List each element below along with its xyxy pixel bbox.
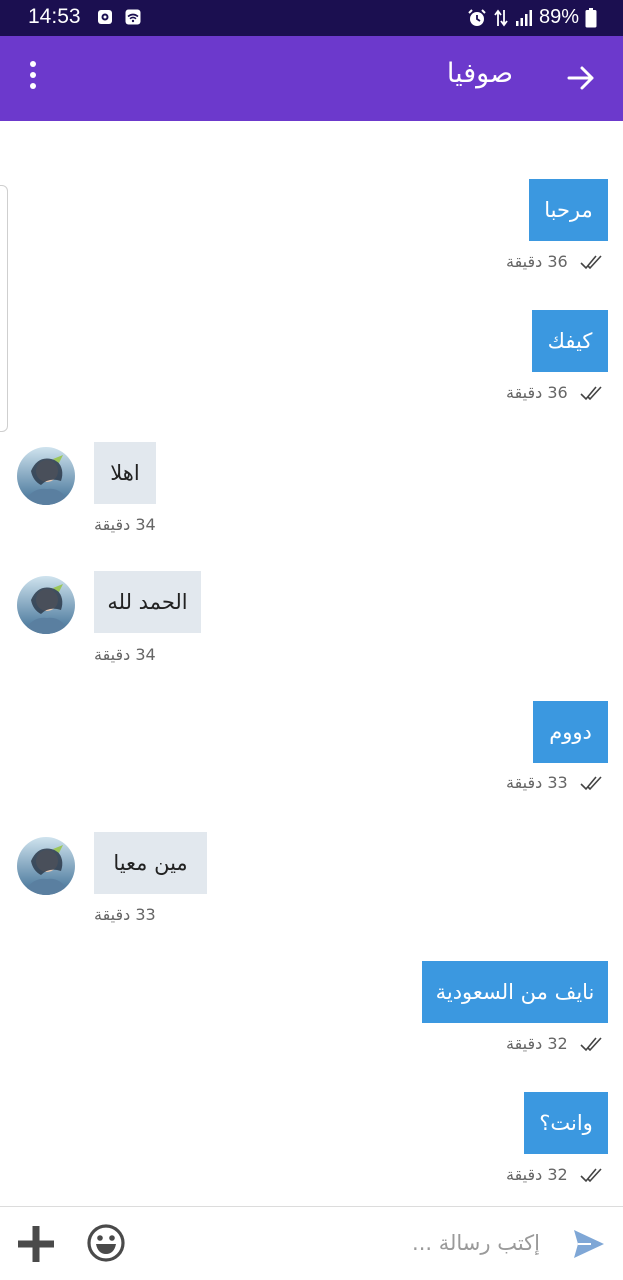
double-check-icon	[580, 1167, 602, 1182]
message-time: 32 دقيقة	[506, 1165, 568, 1184]
scroll-handle[interactable]	[0, 185, 8, 432]
message-bubble-received[interactable]: مين معيا	[94, 832, 207, 894]
back-arrow-icon[interactable]	[565, 62, 597, 94]
message-input[interactable]	[150, 1221, 540, 1265]
message-meta: 33 دقيقة	[506, 773, 606, 792]
message-time: 34 دقيقة	[94, 515, 156, 534]
emoji-icon[interactable]	[86, 1223, 126, 1263]
message-time: 33 دقيقة	[506, 773, 568, 792]
message-bubble-sent[interactable]: مرحبا	[529, 179, 608, 241]
wifi-icon	[125, 9, 141, 25]
message-meta: 36 دقيقة	[506, 383, 606, 402]
battery-icon	[585, 7, 597, 27]
contact-avatar[interactable]	[17, 447, 75, 505]
more-vert-icon[interactable]	[18, 61, 48, 97]
double-check-icon	[580, 254, 602, 269]
status-time: 14:53	[28, 5, 81, 28]
double-check-icon	[580, 1036, 602, 1051]
alarm-icon	[468, 8, 486, 26]
double-check-icon	[580, 775, 602, 790]
app-bar: صوفيا	[0, 36, 623, 121]
double-check-icon	[580, 385, 602, 400]
contact-name[interactable]: صوفيا	[447, 58, 513, 89]
plus-icon[interactable]	[16, 1224, 56, 1264]
message-meta: 36 دقيقة	[506, 252, 606, 271]
message-meta: 32 دقيقة	[506, 1165, 606, 1184]
message-bubble-sent[interactable]: نايف من السعودية	[422, 961, 608, 1023]
status-bar: 14:53 89%	[0, 0, 623, 36]
message-time: 33 دقيقة	[94, 905, 156, 924]
message-meta: 32 دقيقة	[506, 1034, 606, 1053]
status-right-group: 89%	[467, 6, 597, 29]
message-meta: 34 دقيقة	[94, 645, 156, 664]
message-meta: 34 دقيقة	[94, 515, 156, 534]
message-time: 36 دقيقة	[506, 383, 568, 402]
message-bubble-sent[interactable]: وانت؟	[524, 1092, 608, 1154]
message-bubble-received[interactable]: اهلا	[94, 442, 156, 504]
message-time: 32 دقيقة	[506, 1034, 568, 1053]
contact-avatar[interactable]	[17, 576, 75, 634]
message-bubble-sent[interactable]: دووم	[533, 701, 608, 763]
message-time: 36 دقيقة	[506, 252, 568, 271]
data-arrows-icon	[494, 9, 508, 26]
battery-percent: 89%	[538, 6, 579, 28]
send-icon[interactable]	[571, 1226, 607, 1262]
message-bubble-sent[interactable]: كيفك	[532, 310, 608, 372]
message-composer	[0, 1207, 623, 1280]
message-meta: 33 دقيقة	[94, 905, 156, 924]
contact-avatar[interactable]	[17, 837, 75, 895]
message-time: 34 دقيقة	[94, 645, 156, 664]
message-bubble-received[interactable]: الحمد لله	[94, 571, 201, 633]
screen-record-icon	[98, 10, 112, 24]
signal-icon	[515, 9, 532, 26]
